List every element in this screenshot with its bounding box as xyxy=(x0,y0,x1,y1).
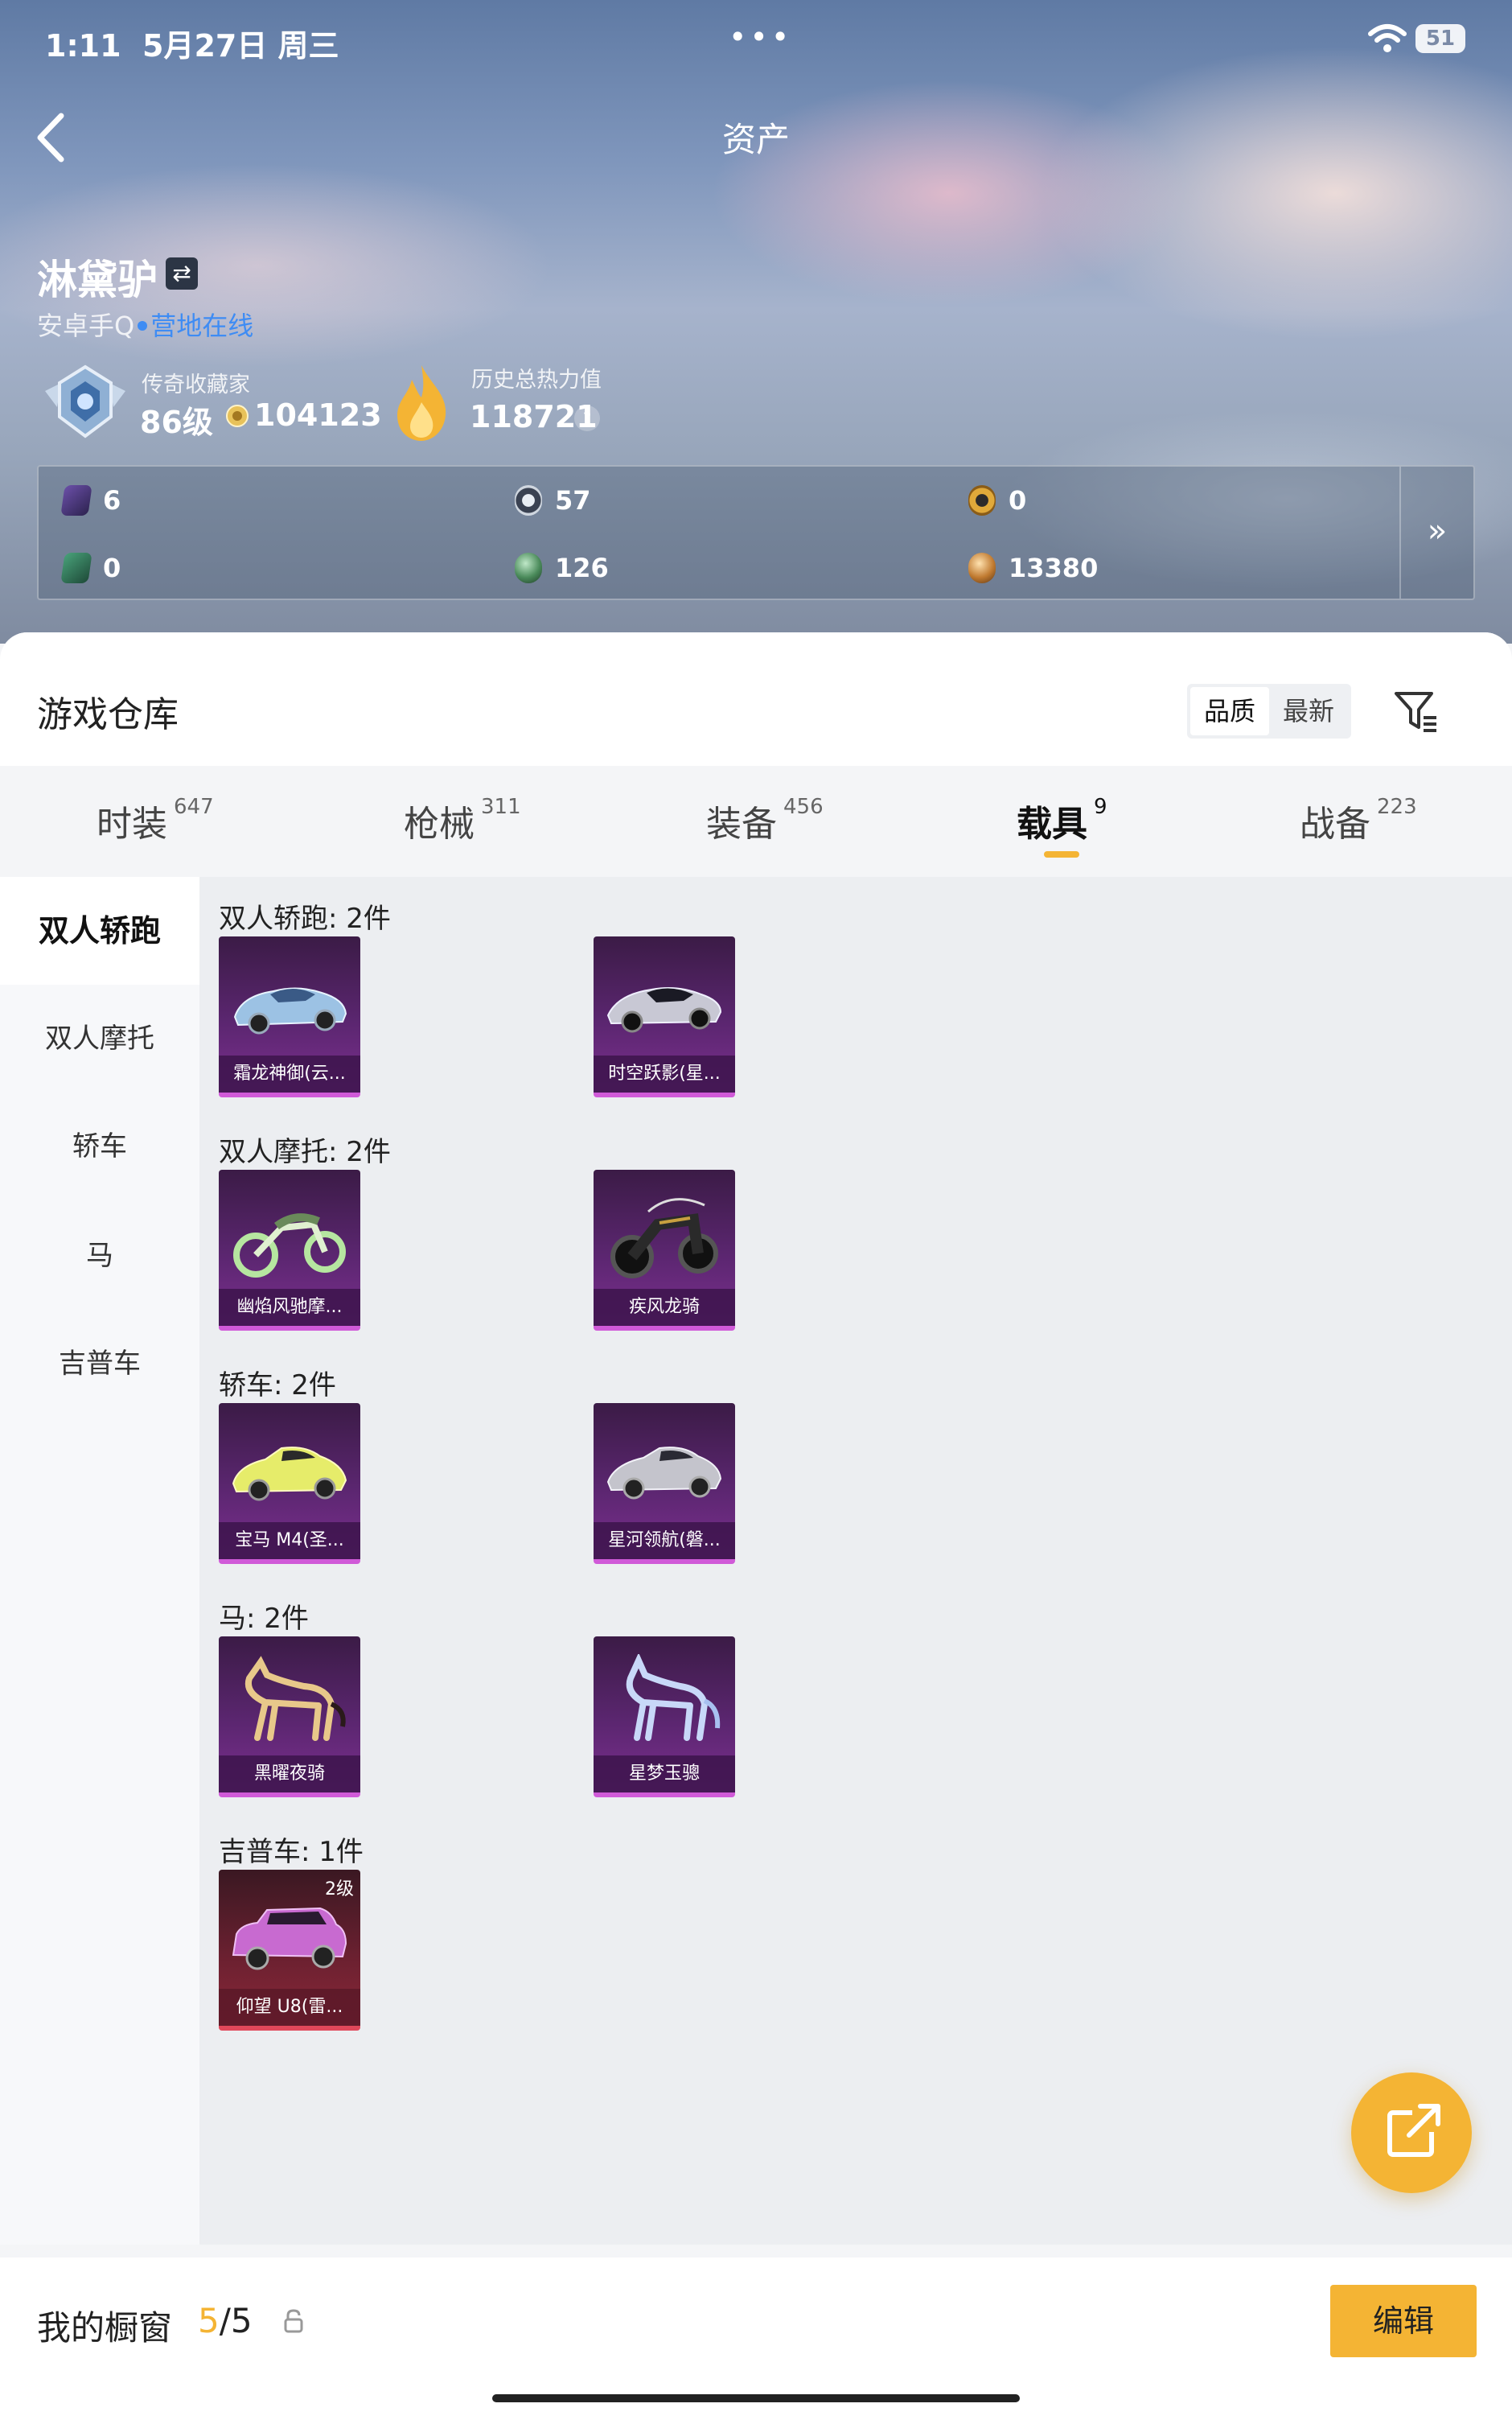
battery-icon: 51 xyxy=(1415,24,1465,53)
gold-token-icon xyxy=(968,485,996,516)
flame-icon xyxy=(397,365,446,441)
sidebar-item-horse[interactable]: 马 xyxy=(0,1202,199,1310)
sidebar-item-jeep[interactable]: 吉普车 xyxy=(0,1310,199,1418)
vehicle-name: 星梦玉骢 xyxy=(594,1755,735,1792)
coupe-car-icon xyxy=(606,987,722,1033)
vehicle-card[interactable]: 霜龙神御(云... xyxy=(219,936,360,1097)
suv-icon xyxy=(232,1907,347,1970)
tab-fashion[interactable]: 时装 647 xyxy=(97,795,214,846)
currency-item: 126 xyxy=(515,550,609,586)
coupe-car-icon xyxy=(233,987,347,1035)
vehicle-grid: 双人轿跑: 2件 霜龙神御(云... 时空跃影(星... 双人摩托: 2件 幽焰… xyxy=(199,877,1512,2245)
tab-guns[interactable]: 枪械 311 xyxy=(404,795,521,846)
sort-newest-button[interactable]: 最新 xyxy=(1269,687,1348,735)
tab-vehicles[interactable]: 载具 9 xyxy=(1017,795,1107,846)
warehouse-title: 游戏仓库 xyxy=(37,694,179,735)
online-dot-icon xyxy=(138,321,148,331)
vehicle-name: 黑曜夜骑 xyxy=(219,1755,360,1792)
sort-quality-button[interactable]: 品质 xyxy=(1190,687,1269,735)
active-tab-indicator xyxy=(1044,851,1079,858)
status-time: 1:11 5月27日 周三 xyxy=(45,28,339,64)
player-name: 淋黛驴 xyxy=(37,257,158,303)
online-status: 营地在线 xyxy=(150,311,254,341)
player-platform: 安卓手Q 营地在线 xyxy=(37,311,254,341)
green-orb-icon xyxy=(515,553,542,583)
sidebar-item-motorcycle[interactable]: 双人摩托 xyxy=(0,985,199,1093)
horse-icon xyxy=(245,1656,346,1741)
collector-level: 86级 xyxy=(140,405,213,440)
help-icon[interactable]: ? xyxy=(574,405,600,431)
tab-equipment[interactable]: 装备 456 xyxy=(706,795,824,846)
vehicle-card[interactable]: 疾风龙骑 xyxy=(594,1170,735,1331)
more-dots-icon[interactable]: ••• xyxy=(729,22,792,52)
switch-account-icon[interactable]: ⇄ xyxy=(166,257,198,290)
sedan-car-icon xyxy=(606,1447,722,1500)
vehicle-card[interactable]: 时空跃影(星... xyxy=(594,936,735,1097)
vehicle-card[interactable]: 幽焰风驰摩... xyxy=(219,1170,360,1331)
vehicle-name: 疾风龙骑 xyxy=(594,1289,735,1326)
group-title: 马: 2件 xyxy=(219,1603,309,1635)
currency-item: 0 xyxy=(60,550,121,586)
heat-title: 历史总热力值 xyxy=(471,368,602,393)
sidebar-item-sedan[interactable]: 轿车 xyxy=(0,1093,199,1200)
warehouse-header: 游戏仓库 品质 最新 xyxy=(0,632,1512,766)
tab-battle-prep[interactable]: 战备 223 xyxy=(1300,795,1417,846)
vehicle-name: 时空跃影(星... xyxy=(594,1056,735,1093)
vehicle-name: 霜龙神御(云... xyxy=(219,1056,360,1093)
currency-item: 0 xyxy=(968,483,1026,518)
warehouse-sheet: 游戏仓库 品质 最新 时装 647 枪械 311 装备 456 载具 9 战备 223 双… xyxy=(0,632,1512,2420)
silver-token-icon xyxy=(515,485,542,516)
sort-toggle: 品质 最新 xyxy=(1187,684,1351,739)
motorcycle-icon xyxy=(610,1198,718,1278)
profile-header: 1:11 5月27日 周三 ••• 51 资产 淋黛驴 ⇄ 安卓手Q 营地在线 传… xyxy=(0,0,1512,644)
sidebar-item-coupe[interactable]: 双人轿跑 xyxy=(0,877,199,985)
currency-item: 6 xyxy=(60,483,121,518)
collector-title: 传奇收藏家 xyxy=(142,372,250,397)
category-tabs: 时装 647 枪械 311 装备 456 载具 9 战备 223 xyxy=(0,766,1512,877)
collector-badge-icon xyxy=(45,364,125,438)
vehicle-card[interactable]: 星河领航(磐... xyxy=(594,1403,735,1564)
vehicle-card[interactable]: 星梦玉骢 xyxy=(594,1636,735,1797)
green-card-icon xyxy=(60,553,92,583)
bronze-orb-icon xyxy=(968,553,996,583)
vehicle-card[interactable]: 2级 仰望 U8(雷... xyxy=(219,1870,360,2031)
vehicle-name: 幽焰风驰摩... xyxy=(219,1289,360,1326)
motorcycle-icon xyxy=(233,1213,346,1278)
currency-item: 13380 xyxy=(968,550,1098,586)
edit-button[interactable]: 编辑 xyxy=(1330,2285,1477,2357)
vehicle-name: 宝马 M4(圣... xyxy=(219,1522,360,1559)
collector-coins: 104123 xyxy=(254,397,382,433)
currency-item: 57 xyxy=(515,483,591,518)
share-icon[interactable] xyxy=(1351,2072,1472,2193)
showcase-count: 5/5 xyxy=(198,2301,253,2340)
wifi-icon xyxy=(1368,24,1407,52)
sedan-car-icon xyxy=(232,1447,347,1501)
more-currency-icon[interactable]: » xyxy=(1399,467,1473,599)
vehicle-level-badge: 2级 xyxy=(325,1879,354,1899)
vehicle-name: 星河领航(磐... xyxy=(594,1522,735,1559)
vehicle-name: 仰望 U8(雷... xyxy=(219,1989,360,2026)
showcase-title: 我的橱窗 xyxy=(37,2308,173,2348)
group-title: 双人轿跑: 2件 xyxy=(219,903,391,935)
page-title: 资产 xyxy=(721,120,790,159)
showcase-bar: 我的橱窗 5/5 编辑 xyxy=(0,2257,1512,2420)
home-indicator[interactable] xyxy=(492,2394,1020,2402)
group-title: 双人摩托: 2件 xyxy=(219,1136,391,1168)
group-title: 吉普车: 1件 xyxy=(219,1836,364,1868)
group-title: 轿车: 2件 xyxy=(219,1369,336,1401)
vehicle-category-sidebar: 双人轿跑 双人摩托 轿车 马 吉普车 xyxy=(0,877,199,2245)
status-bar: 1:11 5月27日 周三 ••• 51 xyxy=(0,21,1512,64)
coin-icon xyxy=(226,405,249,427)
purple-card-icon xyxy=(60,485,92,516)
filter-icon[interactable] xyxy=(1391,687,1440,735)
vehicle-card[interactable]: 黑曜夜骑 xyxy=(219,1636,360,1797)
horse-icon xyxy=(626,1654,721,1741)
lock-icon xyxy=(284,2309,303,2333)
vehicle-card[interactable]: 宝马 M4(圣... xyxy=(219,1403,360,1564)
currency-panel: 6 57 0 0 126 13380 » xyxy=(37,465,1475,600)
